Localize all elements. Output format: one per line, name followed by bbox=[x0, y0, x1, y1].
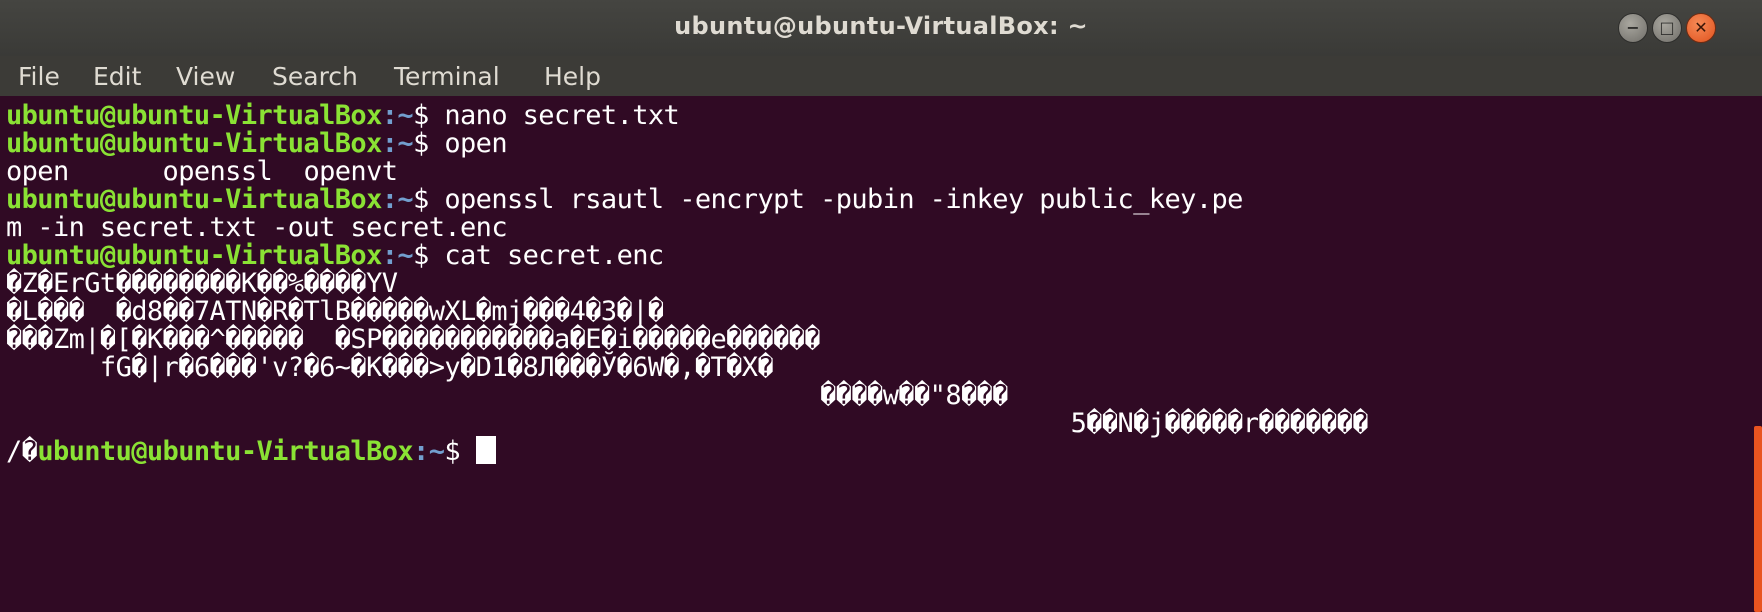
prompt-symbol: $ bbox=[413, 128, 445, 159]
close-button[interactable]: ✕ bbox=[1686, 13, 1716, 43]
menu-file[interactable]: File bbox=[18, 62, 60, 92]
prompt-user: ubuntu@ubuntu-VirtualBox bbox=[37, 436, 414, 467]
prompt-path: :~ bbox=[413, 436, 445, 467]
prompt-symbol: $ bbox=[444, 436, 476, 467]
prompt-user: ubuntu@ubuntu-VirtualBox bbox=[6, 100, 382, 131]
output-text: m -in secret.txt -out secret.enc bbox=[6, 212, 508, 243]
menu-bar: File Edit View Search Terminal Help bbox=[0, 56, 1762, 96]
output-text: �Z�ErGt��������K��%����YV bbox=[6, 268, 398, 299]
output-text: ����w��"8��� bbox=[6, 380, 1008, 411]
text-cursor[interactable] bbox=[475, 436, 496, 464]
scrollbar-thumb[interactable] bbox=[1754, 426, 1762, 612]
output-text: open openssl openvt bbox=[6, 156, 398, 187]
maximize-button[interactable]: □ bbox=[1652, 13, 1682, 43]
output-text: /� bbox=[6, 436, 38, 467]
prompt-path: :~ bbox=[381, 128, 414, 159]
prompt-symbol: $ bbox=[413, 184, 445, 215]
command-text: cat secret.enc bbox=[444, 240, 664, 271]
terminal-output[interactable]: ubuntu@ubuntu-VirtualBox:~$ nano secret.… bbox=[0, 96, 1744, 612]
prompt-symbol: $ bbox=[413, 100, 445, 131]
output-text: 5��N�j�����r������� bbox=[6, 408, 1369, 439]
prompt-symbol: $ bbox=[413, 240, 445, 271]
output-text: �L��� �d8��7ATN�R�TlB�����wXL�mj���4�3�|… bbox=[6, 296, 664, 327]
menu-search[interactable]: Search bbox=[272, 62, 358, 92]
maximize-icon: □ bbox=[1659, 18, 1675, 37]
minimize-button[interactable]: − bbox=[1618, 13, 1648, 43]
prompt-path: :~ bbox=[381, 100, 414, 131]
scrollbar[interactable] bbox=[1748, 96, 1762, 612]
close-icon: ✕ bbox=[1694, 18, 1708, 37]
menu-terminal[interactable]: Terminal bbox=[394, 62, 500, 92]
prompt-user: ubuntu@ubuntu-VirtualBox bbox=[6, 184, 382, 215]
prompt-path: :~ bbox=[381, 240, 414, 271]
active-prompt-line: /�ubuntu@ubuntu-VirtualBox:~$ bbox=[6, 436, 496, 468]
prompt-user: ubuntu@ubuntu-VirtualBox bbox=[6, 240, 382, 271]
command-text: nano secret.txt bbox=[444, 100, 680, 131]
command-text: open bbox=[444, 128, 507, 159]
output-text: fG�|r�6���'v?�6~�K���>y�D1�8Л���Ў�6W�,�T… bbox=[6, 352, 774, 383]
output-text: ���Zm|�[�K���^����� �SP�����������a�E�i�… bbox=[6, 324, 821, 355]
terminal-window: ubuntu@ubuntu-VirtualBox: ~ − □ ✕ File E… bbox=[0, 0, 1762, 612]
minimize-icon: − bbox=[1626, 18, 1640, 37]
title-bar[interactable]: ubuntu@ubuntu-VirtualBox: ~ − □ ✕ bbox=[0, 0, 1762, 56]
command-text: openssl rsautl -encrypt -pubin -inkey pu… bbox=[444, 184, 1243, 215]
menu-help[interactable]: Help bbox=[544, 62, 601, 92]
prompt-path: :~ bbox=[381, 184, 414, 215]
menu-view[interactable]: View bbox=[176, 62, 235, 92]
window-title: ubuntu@ubuntu-VirtualBox: ~ bbox=[674, 12, 1088, 40]
menu-edit[interactable]: Edit bbox=[93, 62, 141, 92]
prompt-user: ubuntu@ubuntu-VirtualBox bbox=[6, 128, 382, 159]
